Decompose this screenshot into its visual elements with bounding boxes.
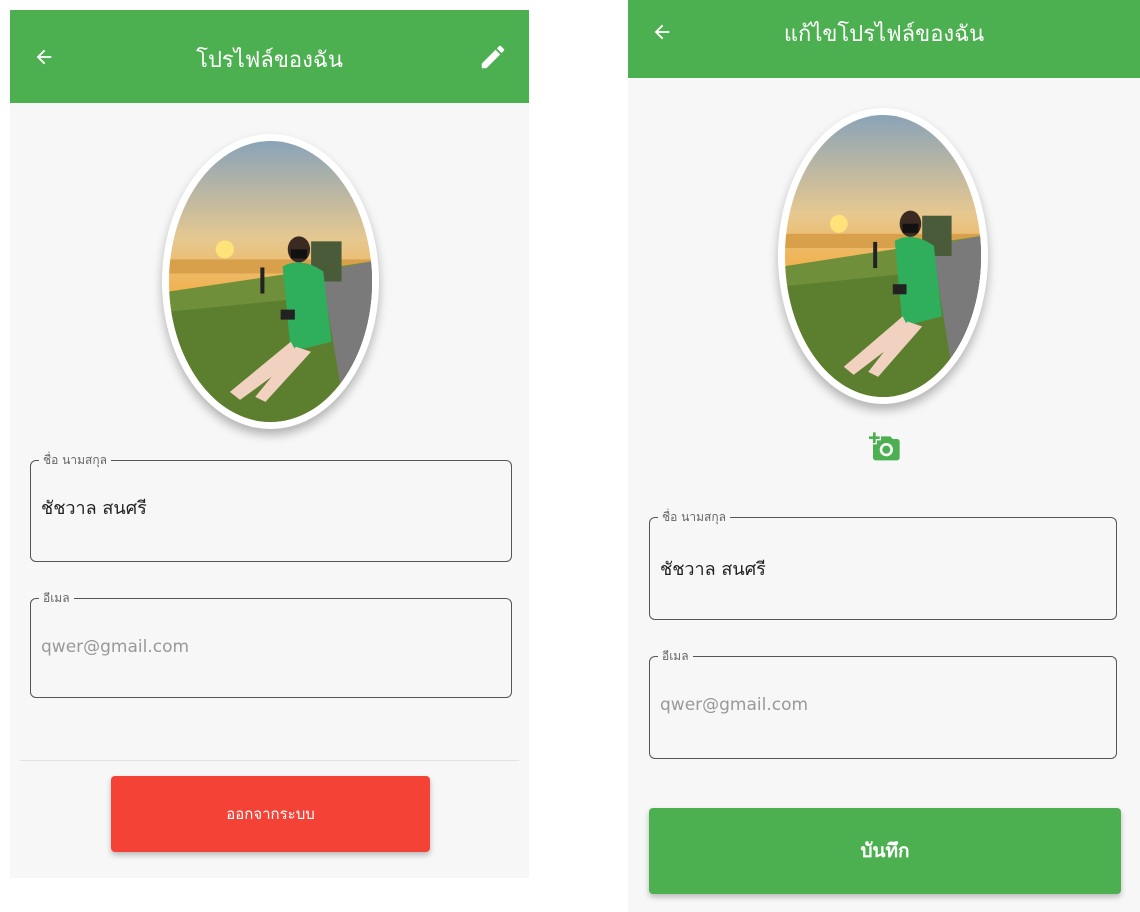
email-field-placeholder: qwer@gmail.com [41,637,190,657]
add-photo-button[interactable] [868,430,902,464]
page-title: โปรไฟล์ของฉัน [196,48,343,73]
app-bar: โปรไฟล์ของฉัน [10,10,529,103]
name-field-value: ชัชวาล สนศรี [41,498,147,519]
name-field[interactable]: ชื่อ นามสกุล ชัชวาล สนศรี [649,509,1117,620]
name-field-value: ชัชวาล สนศรี [660,559,766,580]
email-field[interactable]: อีเมล qwer@gmail.com [30,590,512,698]
email-field-placeholder: qwer@gmail.com [660,695,809,715]
pencil-icon [481,45,505,69]
profile-photo [169,141,372,422]
email-field[interactable]: อีเมล qwer@gmail.com [649,648,1117,759]
edit-profile-button[interactable] [471,35,515,79]
save-button[interactable]: บันทึก [649,808,1121,894]
name-field[interactable]: ชื่อ นามสกุล ชัชวาล สนศรี [30,452,512,562]
page-title: แก้ไขโปรไฟล์ของฉัน [783,22,985,47]
profile-screen: โปรไฟล์ของฉัน ชื่อ นามสกุล ชัชวาล สนศรี … [10,10,529,878]
edit-profile-screen: แก้ไขโปรไฟล์ของฉัน ชื่อ นามสกุล ชัชวาล ส… [628,0,1140,912]
add-camera-icon [869,432,900,461]
avatar [162,134,379,429]
divider [20,760,519,761]
profile-photo [785,115,981,397]
app-bar: แก้ไขโปรไฟล์ของฉัน [628,0,1140,78]
avatar[interactable] [778,108,988,404]
logout-button[interactable]: ออกจากระบบ [111,776,430,852]
